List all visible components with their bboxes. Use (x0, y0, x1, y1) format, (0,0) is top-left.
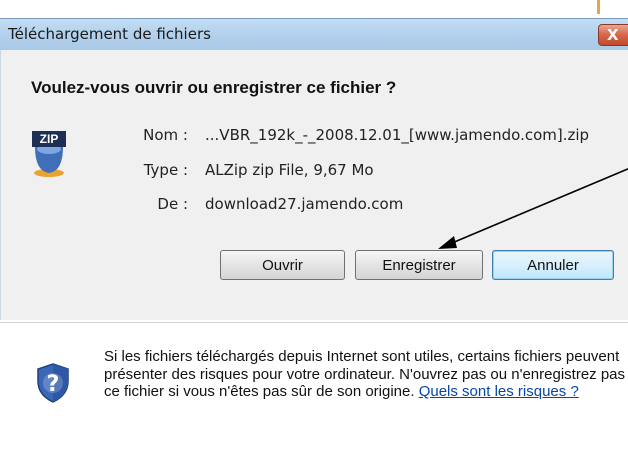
risks-link[interactable]: Quels sont les risques ? (419, 383, 579, 400)
source-value: download27.jamendo.com (205, 195, 404, 213)
security-warning: Si les fichiers téléchargés depuis Inter… (104, 348, 628, 401)
type-label: Type : (143, 161, 188, 179)
source-label: De : (157, 195, 188, 213)
name-label: Nom : (143, 126, 188, 144)
open-button[interactable]: Ouvrir (220, 250, 345, 280)
dialog-question: Voulez-vous ouvrir ou enregistrer ce fic… (31, 78, 397, 97)
corner-mark (597, 0, 600, 14)
window-title: Téléchargement de fichiers (8, 25, 211, 43)
svg-text:?: ? (47, 372, 60, 397)
save-button[interactable]: Enregistrer (355, 250, 483, 280)
close-icon: X (607, 26, 619, 44)
close-button[interactable]: X (598, 24, 628, 46)
title-bar[interactable]: Téléchargement de fichiers X (0, 18, 628, 50)
type-value: ALZip zip File, 9,67 Mo (205, 161, 374, 179)
name-value: ...VBR_192k_-_2008.12.01_[www.jamendo.co… (205, 126, 590, 144)
file-download-dialog: Téléchargement de fichiers X Voulez-vous… (0, 0, 628, 451)
shield-question-icon: ? (37, 363, 69, 403)
cancel-button[interactable]: Annuler (492, 250, 614, 280)
